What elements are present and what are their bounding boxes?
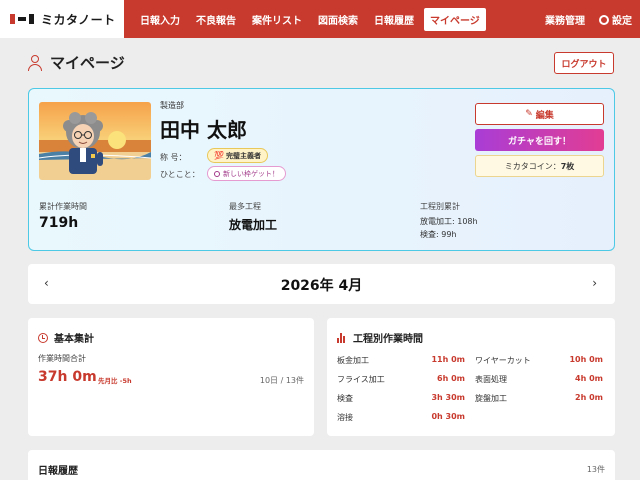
top-navigation-bar: ミカタノート 日報入力 不良報告 案件リスト 図面検索 日報履歴 マイページ 業… [0, 0, 640, 38]
nav-item-report-history[interactable]: 日報履歴 [368, 8, 420, 31]
top-process-label: 最多工程 [229, 202, 261, 211]
process-hours: 6h 0m [437, 374, 465, 383]
edit-label: 編集 [535, 110, 554, 121]
title-badge-icon: 💯 [214, 151, 224, 160]
settings-link[interactable]: 設定 [599, 12, 632, 27]
process-total-line: 放電加工: 108h [420, 217, 478, 226]
process-hours: 0h 30m [431, 412, 465, 421]
work-time-label: 作業時間合計 [38, 354, 86, 363]
process-hours: 3h 30m [431, 393, 465, 402]
process-name: 溶接 [337, 413, 353, 422]
edit-profile-button[interactable]: ✎ 編集 [475, 103, 604, 125]
ring-icon [214, 170, 220, 177]
comment-label: ひとこと： [160, 170, 200, 179]
nav-item-my-page[interactable]: マイページ [424, 7, 486, 31]
total-hours-label: 累計作業時間 [39, 202, 87, 211]
logo-mark-icon [10, 12, 36, 26]
logo-text: ミカタノート [41, 12, 116, 27]
title-badge: 💯 完璧主義者 [207, 148, 268, 163]
page-title: マイページ [50, 54, 125, 72]
process-time-title: 工程別作業時間 [337, 330, 423, 345]
nav-item-project-list[interactable]: 案件リスト [246, 8, 308, 31]
gacha-button[interactable]: ガチャを回す！ [475, 129, 604, 151]
process-hours: 10h 0m [569, 355, 603, 364]
top-process-value: 放電加工 [229, 218, 278, 232]
gear-icon [599, 14, 609, 25]
process-time-title-text: 工程別作業時間 [353, 334, 423, 345]
logout-button[interactable]: ログアウト [554, 52, 614, 74]
settings-label: 設定 [612, 15, 632, 27]
basic-summary-card: 基本集計 作業時間合計 37h 0m 先月比 -5h 10日 / 13件 [28, 318, 314, 436]
nav-right: 業務管理 設定 [545, 0, 632, 38]
nav-item-daily-report-entry[interactable]: 日報入力 [134, 8, 186, 31]
process-name: 表面処理 [475, 375, 507, 384]
process-time-card: 工程別作業時間 板金加工 11h 0m ワイヤーカット 10h 0m フライス加… [327, 318, 615, 436]
prev-month-button[interactable]: ‹ [44, 276, 49, 290]
profile-card: 製造部 田中 太郎 称 号： 💯 完璧主義者 ひとこと： 新しい枠ゲット！ ✎ … [28, 88, 615, 251]
process-hours: 11h 0m [431, 355, 465, 364]
work-time-value: 37h 0m [38, 369, 97, 385]
main-nav: 日報入力 不良報告 案件リスト 図面検索 日報履歴 マイページ [134, 0, 486, 38]
department: 製造部 [160, 101, 184, 110]
process-name: 検査 [337, 394, 353, 403]
avatar-illustration [39, 102, 151, 180]
process-name: フライス加工 [337, 375, 385, 384]
process-total-line: 検査: 99h [420, 230, 457, 239]
process-name: ワイヤーカット [475, 356, 531, 365]
comment-badge-text: 新しい枠ゲット！ [223, 169, 279, 178]
report-history-card: 日報履歴 13件 [28, 450, 615, 480]
nav-item-defect-report[interactable]: 不良報告 [190, 8, 242, 31]
nav-item-business-management[interactable]: 業務管理 [545, 12, 585, 27]
report-history-title: 日報履歴 [38, 462, 78, 477]
month-diff: 先月比 -5h [98, 377, 132, 385]
title-badge-text: 完璧主義者 [225, 151, 261, 160]
total-hours-value: 719h [39, 215, 79, 231]
user-name: 田中 太郎 [160, 118, 247, 142]
process-hours: 4h 0m [575, 374, 603, 383]
coin-balance: ミカタコイン： 7枚 [475, 155, 604, 177]
app-logo[interactable]: ミカタノート [0, 0, 124, 38]
next-month-button[interactable]: › [592, 276, 597, 290]
report-history-count: 13件 [586, 465, 605, 474]
month-navigator: 2026年 4月 ‹ › [28, 264, 615, 304]
avatar [39, 102, 151, 180]
days-count: 10日 / 13件 [259, 376, 304, 385]
pencil-icon: ✎ [525, 109, 533, 119]
title-label: 称 号： [160, 153, 187, 162]
clock-icon [38, 332, 48, 343]
current-month: 2026年 4月 [280, 278, 363, 294]
basic-summary-title-text: 基本集計 [54, 334, 94, 345]
comment-badge: 新しい枠ゲット！ [207, 166, 286, 181]
user-icon [28, 54, 42, 71]
bar-chart-icon [337, 332, 347, 343]
process-name: 旋盤加工 [475, 394, 507, 403]
page-header: マイページ [28, 52, 125, 73]
process-total-label: 工程別累計 [420, 202, 460, 211]
process-name: 板金加工 [337, 356, 369, 365]
basic-summary-title: 基本集計 [38, 330, 94, 345]
nav-item-drawing-search[interactable]: 図面検索 [312, 8, 364, 31]
coin-label: ミカタコイン： [504, 161, 561, 171]
coin-value: 7枚 [560, 161, 575, 171]
report-history-title-text: 日報履歴 [38, 466, 78, 477]
process-hours: 2h 0m [575, 393, 603, 402]
